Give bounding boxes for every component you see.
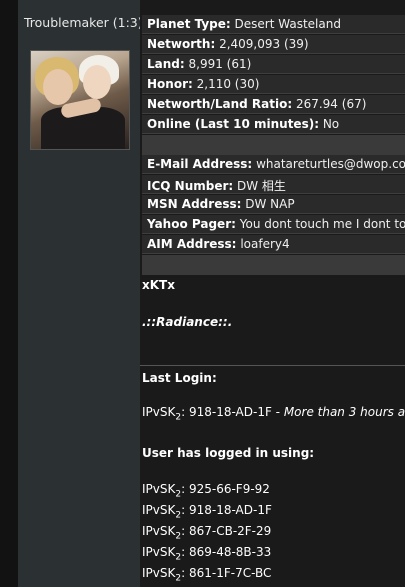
login-history-item: IPvSK2: 869-48-8B-33 xyxy=(142,545,272,563)
stat-planet-type: Planet Type: Desert Wasteland xyxy=(142,15,405,34)
signature-line-2: .::Radiance::. xyxy=(142,315,233,329)
signature-line-1: xKTx xyxy=(142,278,175,292)
contact-msn: MSN Address: DW NAP xyxy=(142,195,405,214)
user-avatar-photo xyxy=(30,50,130,150)
contact-icq: ICQ Number: DW 相生 xyxy=(142,175,405,194)
login-history-item: IPvSK2: 867-CB-2F-29 xyxy=(142,524,272,542)
login-history-item: IPvSK2: 861-1F-7C-BC xyxy=(142,566,272,584)
section-separator xyxy=(142,255,405,275)
stat-online: Online (Last 10 minutes): No xyxy=(142,115,405,134)
contact-yahoo: Yahoo Pager: You dont touch me I dont to… xyxy=(142,215,405,234)
login-history-item: IPvSK2: 918-18-AD-1F xyxy=(142,503,272,521)
username-label[interactable]: Troublemaker (1:3) xyxy=(24,15,143,30)
stat-networth-land-ratio: Networth/Land Ratio: 267.94 (67) xyxy=(142,95,405,114)
contact-email: E-Mail Address: whatareturtles@dwop.com xyxy=(142,155,405,174)
stat-networth: Networth: 2,409,093 (39) xyxy=(142,35,405,54)
last-login-ip: IPvSK2: 918-18-AD-1F - More than 3 hours… xyxy=(142,405,405,423)
stat-land: Land: 8,991 (61) xyxy=(142,55,405,74)
divider xyxy=(140,365,405,366)
contact-aim: AIM Address: loafery4 xyxy=(142,235,405,254)
section-separator xyxy=(142,135,405,155)
stat-honor: Honor: 2,110 (30) xyxy=(142,75,405,94)
login-history-item: IPvSK2: 925-66-F9-92 xyxy=(142,482,270,500)
last-login-header: Last Login: xyxy=(142,371,217,385)
login-history-header: User has logged in using: xyxy=(142,446,315,460)
email-link[interactable]: whatareturtles@dwop.com xyxy=(256,157,405,171)
left-gutter xyxy=(0,0,18,587)
